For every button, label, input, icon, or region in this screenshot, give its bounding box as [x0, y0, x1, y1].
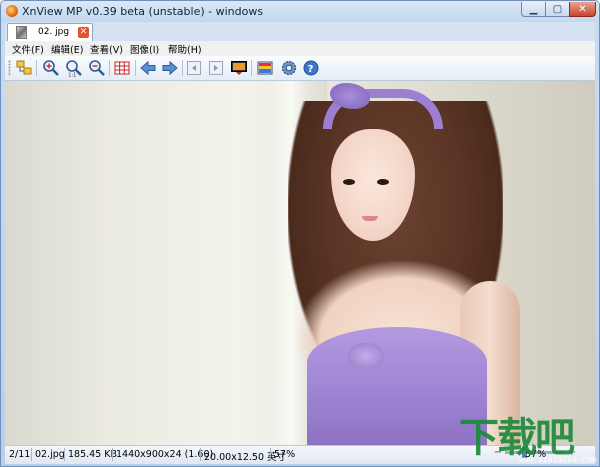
- status-separator: [31, 448, 32, 461]
- browser-icon[interactable]: [15, 59, 33, 77]
- menu-view[interactable]: 查看(V): [90, 42, 123, 56]
- toolbar-grip[interactable]: [8, 60, 11, 76]
- tab-strip: 02. jpg ✕: [5, 22, 595, 41]
- status-separator: [270, 448, 271, 461]
- toolbar-separator: [182, 60, 183, 76]
- toolbar-separator: [36, 60, 37, 76]
- arrow-left-icon[interactable]: [139, 59, 157, 77]
- zoom-in-icon[interactable]: [42, 59, 60, 77]
- tab-image[interactable]: 02. jpg ✕: [7, 23, 93, 41]
- zoom-out-icon[interactable]: [88, 59, 106, 77]
- status-separator: [200, 448, 201, 461]
- slideshow-icon[interactable]: [230, 59, 248, 77]
- image-thumbnail-icon: [16, 26, 27, 39]
- last-icon[interactable]: [207, 59, 225, 77]
- toolbar-separator: [251, 60, 252, 76]
- status-dimensions: 1440x900x24 (1.60): [116, 449, 214, 460]
- minimize-icon: ▁: [529, 3, 538, 15]
- first-icon[interactable]: [185, 59, 203, 77]
- photo-dress-bow: [348, 343, 384, 369]
- toolbar: 1:1 ?: [5, 56, 595, 81]
- photo-mouth: [362, 216, 378, 221]
- photo-eye-right: [377, 179, 389, 185]
- grid-icon[interactable]: [113, 59, 131, 77]
- title-bar[interactable]: XnView MP v0.39 beta (unstable) - window…: [1, 1, 599, 22]
- status-separator: [112, 448, 113, 461]
- toolbar-separator: [135, 60, 136, 76]
- xnview-logo-icon: [6, 5, 18, 17]
- close-button[interactable]: ✕: [569, 2, 596, 17]
- photo-eye-left: [343, 179, 355, 185]
- menu-edit[interactable]: 编辑(E): [51, 42, 83, 56]
- watermark-url: www.xiazaiba.com: [519, 455, 597, 464]
- status-filename: 02.jpg: [35, 449, 65, 460]
- close-icon: ✕: [578, 3, 587, 15]
- menu-help[interactable]: 帮助(H): [168, 42, 202, 56]
- tab-label: 02. jpg: [38, 27, 70, 37]
- status-filesize: 185.45 KB: [68, 449, 118, 460]
- menu-image[interactable]: 图像(I): [130, 42, 159, 56]
- zoom-fit-icon[interactable]: 1:1: [65, 59, 83, 77]
- tab-close-icon[interactable]: ✕: [78, 27, 89, 38]
- status-zoom: 57%: [274, 449, 296, 460]
- status-index: 2/11: [9, 449, 31, 460]
- status-separator: [64, 448, 65, 461]
- toolbar-separator: [109, 60, 110, 76]
- maximize-button[interactable]: ▢: [545, 2, 570, 17]
- window-title: XnView MP v0.39 beta (unstable) - window…: [22, 5, 264, 18]
- menu-bar: 文件(F) 编辑(E) 查看(V) 图像(I) 帮助(H): [5, 41, 595, 56]
- settings-gear-icon[interactable]: [280, 59, 298, 77]
- maximize-icon: ▢: [552, 3, 563, 15]
- menu-file[interactable]: 文件(F): [12, 42, 44, 56]
- arrow-right-icon[interactable]: [161, 59, 179, 77]
- minimize-button[interactable]: ▁: [521, 2, 546, 17]
- svg-text:1:1: 1:1: [68, 73, 76, 78]
- site-watermark: 下载吧 www.xiazaiba.com: [459, 405, 599, 466]
- app-window: XnView MP v0.39 beta (unstable) - window…: [0, 0, 600, 467]
- svg-text:?: ?: [308, 64, 314, 75]
- image-viewer[interactable]: [5, 81, 595, 445]
- compare-icon[interactable]: [256, 59, 274, 77]
- help-icon[interactable]: ?: [302, 59, 320, 77]
